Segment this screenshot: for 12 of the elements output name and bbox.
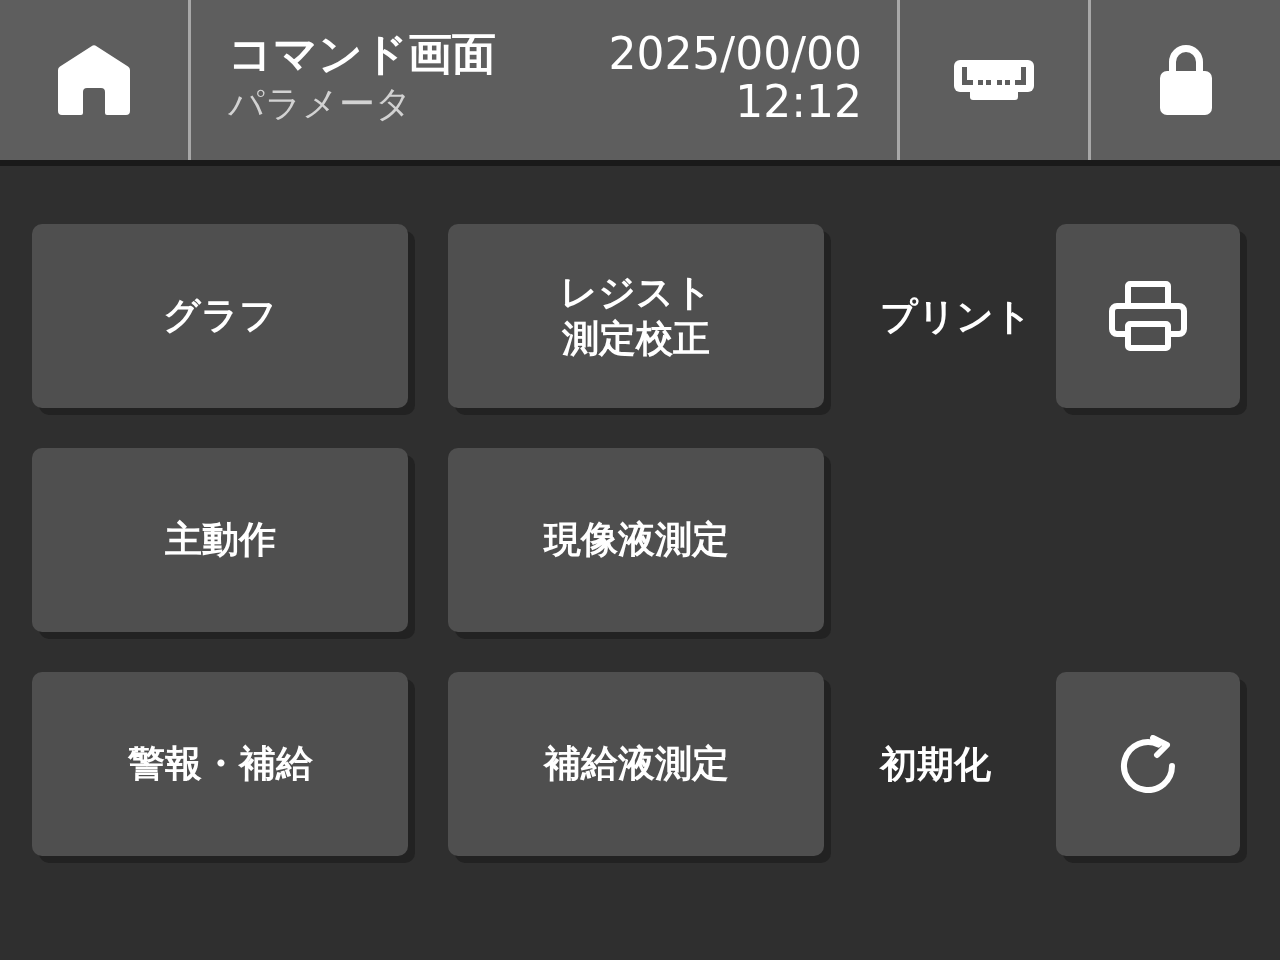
action-label: 初期化 [880, 745, 991, 783]
screen-subtitle: パラメータ [228, 82, 413, 126]
network-button[interactable] [897, 0, 1091, 160]
time-text: 12:12 [735, 78, 862, 126]
ethernet-port-icon [954, 60, 1034, 100]
printer-icon [1109, 281, 1187, 351]
action-label: プリント [880, 297, 1032, 335]
refresh-icon [1120, 735, 1176, 793]
date-text: 2025/00/00 [608, 30, 862, 78]
home-icon [58, 45, 130, 115]
lock-icon [1159, 45, 1212, 115]
screen-title: コマンド画面 [228, 27, 496, 81]
